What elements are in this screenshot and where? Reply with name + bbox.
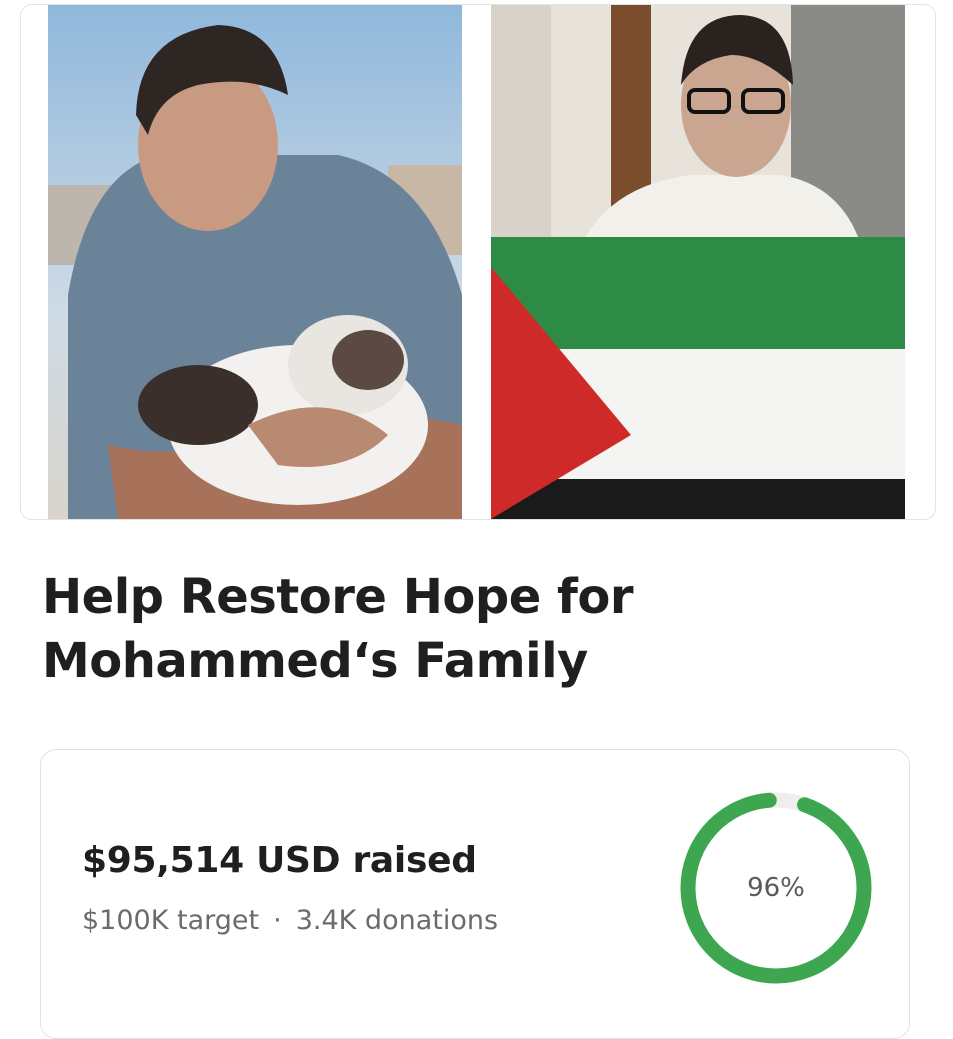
photo-gallery[interactable] bbox=[20, 4, 936, 520]
amount-raised: $95,514 USD raised bbox=[82, 840, 477, 881]
campaign-meta: $100K target · 3.4K donations bbox=[82, 905, 498, 936]
donation-count[interactable]: 3.4K donations bbox=[296, 905, 498, 936]
photo-boy-with-palestinian-flag[interactable] bbox=[491, 5, 905, 519]
fundraising-progress-card[interactable]: $95,514 USD raised $100K target · 3.4K don… bbox=[40, 749, 910, 1039]
photo-young-man-with-cat[interactable] bbox=[48, 5, 462, 519]
boy-with-flag-image bbox=[491, 5, 905, 519]
meta-separator: · bbox=[273, 905, 282, 936]
man-with-cat-image bbox=[48, 5, 462, 519]
progress-percent: 96% bbox=[747, 873, 805, 903]
campaign-title: Help Restore Hope for Mohammed‘s Family bbox=[42, 569, 634, 689]
target-amount: $100K target bbox=[82, 905, 260, 936]
